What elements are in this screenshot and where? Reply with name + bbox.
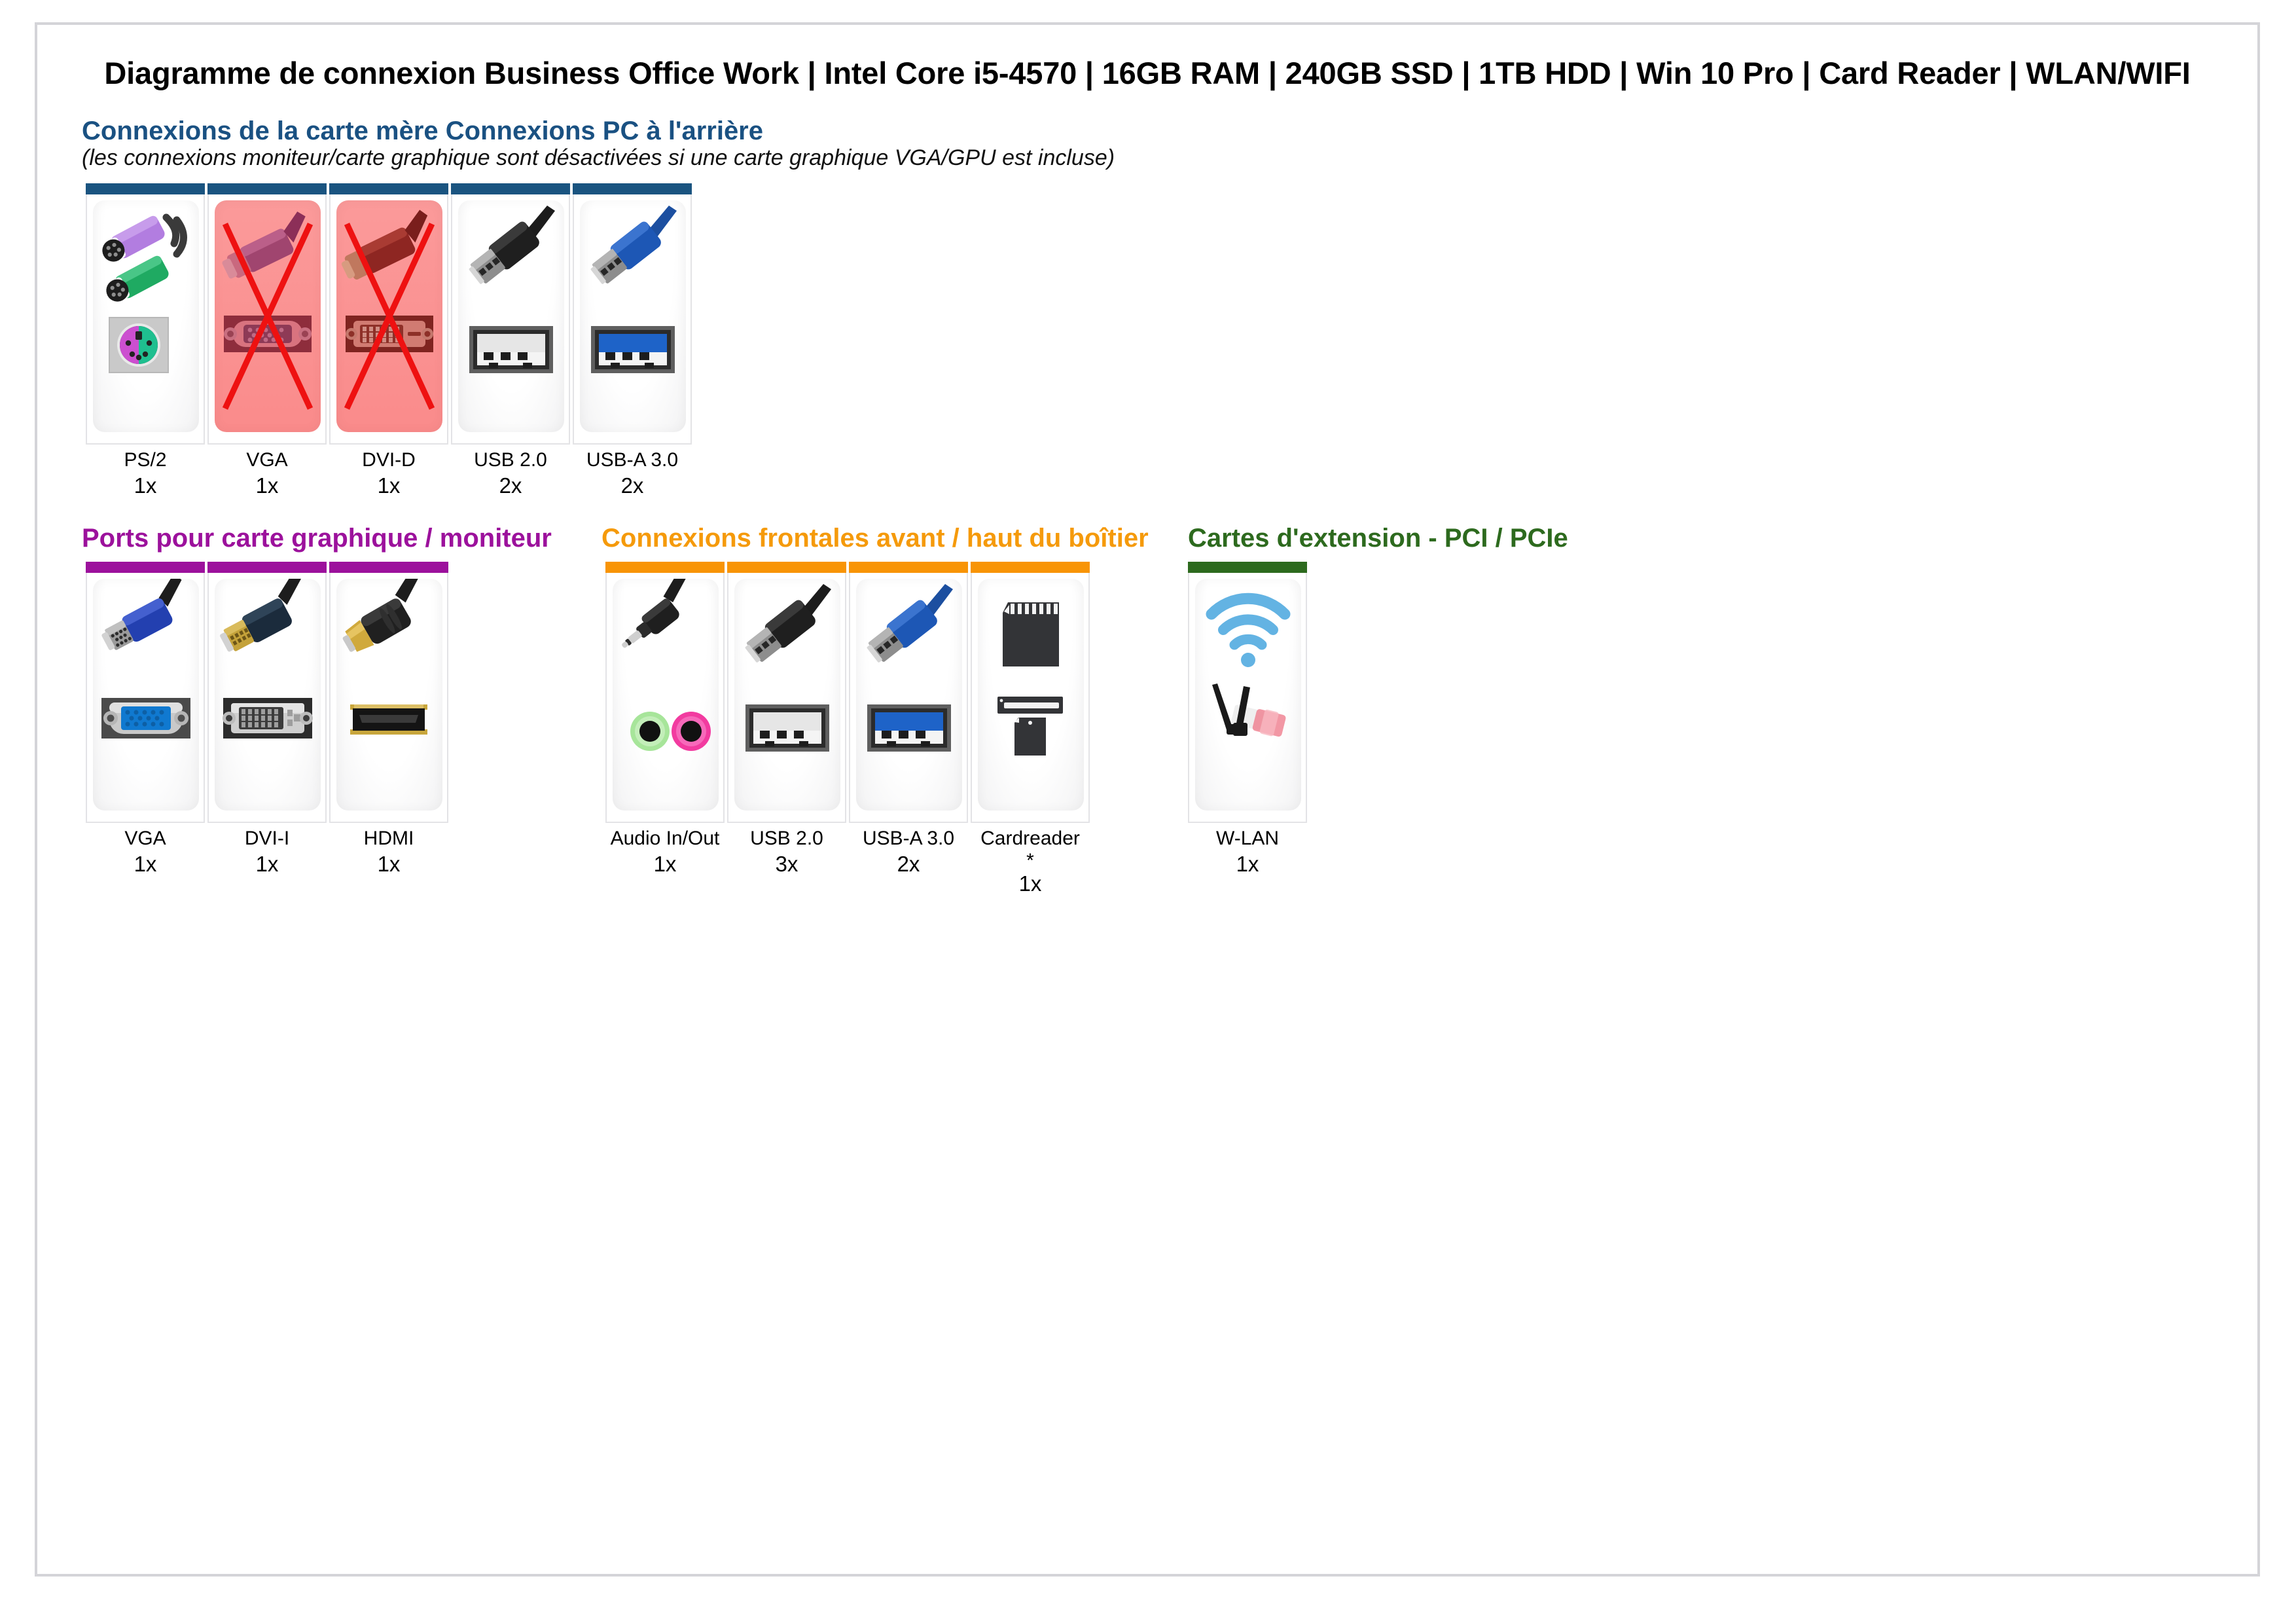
card-quantity: 1x bbox=[255, 473, 279, 498]
card-panel bbox=[1195, 579, 1301, 811]
port-card-usb-2-0[interactable]: USB 2.0 2x bbox=[451, 183, 570, 499]
section-subheading-rear: (les connexions moniteur/carte graphique… bbox=[82, 145, 1115, 170]
card-quantity: 1x bbox=[653, 851, 677, 876]
card-body bbox=[86, 573, 205, 823]
card-accent-bar bbox=[605, 562, 725, 573]
audio-jack-icon bbox=[622, 579, 711, 751]
port-card-hdmi[interactable]: HDMI 1x bbox=[329, 562, 448, 877]
card-panel bbox=[336, 579, 442, 811]
card-panel-disabled bbox=[215, 200, 321, 432]
usb3-port-icon bbox=[867, 584, 953, 752]
card-quantity: 2x bbox=[499, 473, 522, 498]
port-card-audio-in-out[interactable]: Audio In/Out 1x bbox=[605, 562, 725, 877]
card-accent-bar bbox=[573, 183, 692, 194]
port-card-vga[interactable]: VGA 1x bbox=[86, 562, 205, 877]
card-panel bbox=[458, 200, 564, 432]
section-heading-expansion: Cartes d'extension - PCI / PCIe bbox=[1188, 524, 1568, 553]
card-panel bbox=[93, 579, 199, 811]
wlan-card-icon bbox=[1206, 593, 1291, 737]
card-label: DVI-D bbox=[362, 449, 416, 471]
card-body bbox=[727, 573, 846, 823]
card-panel bbox=[215, 579, 321, 811]
card-label: VGA bbox=[124, 828, 166, 849]
card-label: PS/2 bbox=[124, 449, 167, 471]
card-panel bbox=[734, 579, 840, 811]
card-label: VGA bbox=[246, 449, 288, 471]
card-body bbox=[971, 573, 1090, 823]
card-quantity: 2x bbox=[620, 473, 644, 498]
card-label: DVI-I bbox=[244, 828, 290, 849]
section-heading-rear: Connexions de la carte mère Connexions P… bbox=[82, 117, 763, 145]
diagram-page-frame: Diagramme de connexion Business Office W… bbox=[35, 22, 2260, 1577]
port-card-usb-a-3-0[interactable]: USB-A 3.0 2x bbox=[573, 183, 692, 499]
port-card-dvi-i[interactable]: DVI-I 1x bbox=[207, 562, 327, 877]
card-panel bbox=[978, 579, 1084, 811]
card-body bbox=[86, 194, 205, 445]
card-quantity: 1x bbox=[134, 851, 157, 876]
card-label: Cardreader bbox=[980, 828, 1080, 849]
card-body bbox=[1188, 573, 1307, 823]
card-quantity: 1x bbox=[1236, 851, 1259, 876]
card-quantity: 1x bbox=[1018, 871, 1042, 896]
card-quantity: 1x bbox=[255, 851, 279, 876]
card-panel bbox=[856, 579, 962, 811]
card-accent-bar bbox=[971, 562, 1090, 573]
vga-port-icon bbox=[222, 211, 312, 352]
card-label: USB 2.0 bbox=[750, 828, 823, 849]
port-card-usb-2-0[interactable]: USB 2.0 3x bbox=[727, 562, 846, 877]
card-panel bbox=[613, 579, 719, 811]
section-heading-graphics: Ports pour carte graphique / moniteur bbox=[82, 524, 552, 553]
card-body bbox=[605, 573, 725, 823]
card-label: HDMI bbox=[363, 828, 414, 849]
usb2-port-icon bbox=[745, 584, 831, 752]
hdmi-connector-icon bbox=[342, 579, 427, 735]
card-quantity: 1x bbox=[134, 473, 157, 498]
port-card-cardreader[interactable]: Cardreader * 1x bbox=[971, 562, 1090, 897]
card-accent-bar bbox=[727, 562, 846, 573]
card-accent-bar bbox=[207, 562, 327, 573]
card-footnote-marker: * bbox=[1026, 849, 1034, 871]
ps2-port-icon bbox=[102, 213, 187, 373]
card-accent-bar bbox=[329, 183, 448, 194]
card-accent-bar bbox=[207, 183, 327, 194]
card-accent-bar bbox=[451, 183, 570, 194]
section-heading-front: Connexions frontales avant / haut du boî… bbox=[601, 524, 1149, 553]
card-panel bbox=[580, 200, 686, 432]
card-body bbox=[451, 194, 570, 445]
dvid-port-icon bbox=[341, 210, 433, 352]
usb3-port-icon bbox=[590, 206, 677, 373]
card-quantity: 1x bbox=[377, 851, 401, 876]
card-body bbox=[207, 573, 327, 823]
port-card-dvi-d[interactable]: DVI-D 1x bbox=[329, 183, 448, 499]
card-quantity: 1x bbox=[377, 473, 401, 498]
card-panel-disabled bbox=[336, 200, 442, 432]
card-accent-bar bbox=[86, 183, 205, 194]
card-body bbox=[573, 194, 692, 445]
card-label: USB-A 3.0 bbox=[586, 449, 679, 471]
card-label: USB-A 3.0 bbox=[862, 828, 955, 849]
card-quantity: 3x bbox=[775, 851, 798, 876]
card-body bbox=[329, 194, 448, 445]
card-accent-bar bbox=[86, 562, 205, 573]
usb2-port-icon bbox=[469, 206, 555, 373]
card-body bbox=[207, 194, 327, 445]
card-accent-bar bbox=[849, 562, 968, 573]
vga-connector-icon bbox=[101, 579, 190, 739]
dvii-connector-icon bbox=[220, 579, 313, 739]
port-card-usb-a-3-0[interactable]: USB-A 3.0 2x bbox=[849, 562, 968, 877]
cardreader-icon bbox=[997, 602, 1063, 756]
port-card-vga[interactable]: VGA 1x bbox=[207, 183, 327, 499]
card-label: USB 2.0 bbox=[474, 449, 547, 471]
card-label: W-LAN bbox=[1215, 828, 1280, 849]
card-accent-bar bbox=[1188, 562, 1307, 573]
card-accent-bar bbox=[329, 562, 448, 573]
card-body bbox=[849, 573, 968, 823]
card-label: Audio In/Out bbox=[610, 828, 720, 849]
card-body bbox=[329, 573, 448, 823]
port-card-w-lan[interactable]: W-LAN 1x bbox=[1188, 562, 1307, 877]
page-title: Diagramme de connexion Business Office W… bbox=[104, 56, 2191, 90]
port-card-ps-2[interactable]: PS/2 1x bbox=[86, 183, 205, 499]
card-panel bbox=[93, 200, 199, 432]
card-quantity: 2x bbox=[897, 851, 920, 876]
